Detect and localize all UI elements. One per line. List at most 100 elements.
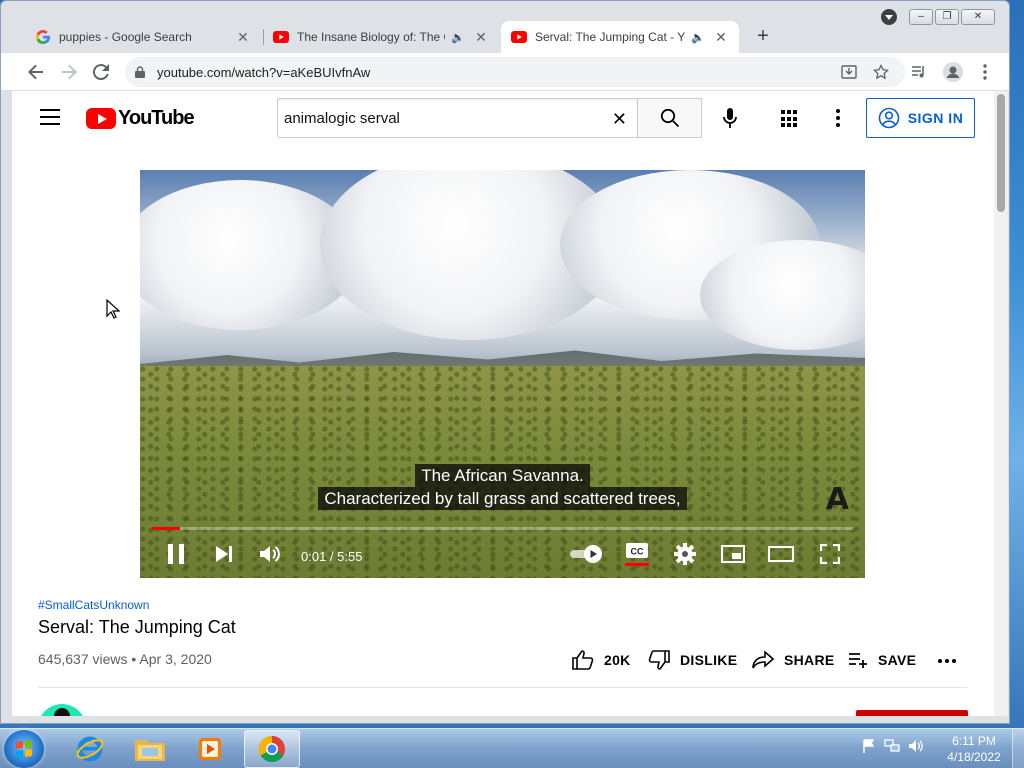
file-explorer-taskbar-button[interactable] — [122, 730, 178, 768]
tab-close-icon[interactable]: ✕ — [235, 29, 251, 46]
miniplayer-button[interactable] — [720, 542, 746, 566]
svg-text:CC: CC — [631, 547, 644, 557]
scrollbar-thumb[interactable] — [997, 94, 1005, 212]
volume-tray-icon[interactable] — [908, 739, 924, 753]
closed-captions-icon: CC — [626, 543, 648, 558]
media-player-taskbar-button[interactable] — [182, 730, 238, 768]
save-button[interactable]: SAVE — [848, 649, 916, 671]
apps-grid-icon[interactable] — [781, 110, 799, 128]
theater-mode-icon — [768, 546, 794, 562]
reload-icon[interactable] — [91, 62, 111, 82]
channel-avatar[interactable] — [38, 704, 86, 716]
taskbar-clock[interactable]: 6:11 PM 4/18/2022 — [940, 733, 1008, 765]
sign-in-label: SIGN IN — [907, 110, 964, 126]
tab-search-icon[interactable] — [881, 9, 897, 25]
tab-puppies[interactable]: puppies - Google Search ✕ — [25, 21, 261, 53]
search-button[interactable] — [638, 98, 702, 138]
internet-explorer-taskbar-button[interactable] — [62, 730, 118, 768]
video-player[interactable]: The African Savanna. Characterized by ta… — [140, 170, 865, 578]
search-input[interactable] — [284, 109, 604, 127]
tab-insane-biology[interactable]: The Insane Biology of: The Oc 🔈 ✕ — [263, 21, 499, 53]
share-label: SHARE — [784, 652, 835, 668]
youtube-header: YouTube ✕ SIGN IN — [12, 91, 994, 147]
tab-close-icon[interactable]: ✕ — [713, 29, 729, 46]
tab-title: Serval: The Jumping Cat - Yo — [535, 30, 686, 44]
clock-time: 6:11 PM — [952, 734, 996, 748]
youtube-play-icon — [86, 108, 116, 129]
theater-mode-button[interactable] — [768, 542, 794, 566]
share-button[interactable]: SHARE — [752, 649, 835, 671]
account-circle-icon — [878, 107, 899, 129]
settings-button[interactable] — [672, 542, 698, 566]
show-desktop-button[interactable] — [1012, 729, 1024, 768]
more-actions-icon[interactable] — [938, 659, 956, 663]
forward-arrow-icon[interactable] — [59, 62, 79, 82]
speaker-icon[interactable]: 🔈 — [451, 31, 465, 44]
player-controls: 0:01 / 5:55 CC — [140, 536, 865, 572]
video-view-count-date: 645,637 views • Apr 3, 2020 — [38, 651, 212, 667]
page-viewport: YouTube ✕ SIGN IN The African Savanna. C… — [12, 91, 994, 716]
minimize-button[interactable]: – — [909, 9, 933, 25]
chrome-taskbar-button[interactable] — [244, 730, 300, 768]
subtitles-button[interactable]: CC — [624, 542, 650, 566]
profile-avatar-icon[interactable] — [943, 62, 963, 82]
media-player-icon — [199, 738, 221, 760]
divider — [38, 687, 967, 688]
fullscreen-button[interactable] — [818, 542, 842, 566]
like-button[interactable]: 20K — [572, 649, 631, 671]
tab-close-icon[interactable]: ✕ — [473, 29, 489, 46]
windows-logo-icon — [16, 740, 32, 758]
clock-date: 4/18/2022 — [947, 750, 1001, 764]
playlist-add-icon — [849, 653, 867, 668]
folder-icon — [135, 740, 165, 761]
caption-line: Characterized by tall grass and scattere… — [318, 487, 687, 510]
speaker-icon[interactable]: 🔈 — [691, 31, 705, 44]
clear-search-icon[interactable]: ✕ — [612, 109, 627, 130]
autoplay-toggle-icon — [570, 545, 602, 563]
window-controls: – ❐ ✕ — [909, 9, 995, 25]
microphone-icon[interactable] — [720, 107, 740, 129]
url-text: youtube.com/watch?v=aKeBUIvfnAw — [157, 64, 371, 80]
video-title: Serval: The Jumping Cat — [38, 617, 236, 637]
caption-line: The African Savanna. — [415, 464, 590, 487]
chrome-icon — [258, 735, 285, 763]
media-control-icon[interactable] — [909, 62, 929, 82]
start-button[interactable] — [4, 730, 44, 768]
progress-bar[interactable] — [152, 527, 853, 530]
miniplayer-icon — [721, 545, 745, 563]
volume-icon — [260, 546, 280, 562]
dislike-button[interactable]: DISLIKE — [648, 649, 737, 671]
time-display: 0:01 / 5:55 — [301, 549, 363, 564]
lock-icon — [135, 66, 145, 78]
address-bar[interactable]: youtube.com/watch?v=aKeBUIvfnAw — [125, 57, 905, 87]
tab-serval[interactable]: Serval: The Jumping Cat - Yo 🔈 ✕ — [501, 21, 739, 53]
back-arrow-icon[interactable] — [26, 62, 46, 82]
fullscreen-icon — [820, 544, 840, 564]
hamburger-menu-icon[interactable] — [40, 109, 60, 125]
channel-watermark[interactable]: A — [826, 482, 849, 517]
new-tab-button[interactable]: + — [751, 25, 775, 48]
close-window-button[interactable]: ✕ — [961, 9, 995, 25]
tab-title: puppies - Google Search — [59, 30, 192, 44]
network-icon[interactable] — [884, 739, 900, 753]
action-center-flag-icon[interactable] — [862, 739, 876, 753]
install-app-icon[interactable] — [839, 62, 859, 82]
search-icon — [660, 108, 679, 128]
mute-button[interactable] — [258, 542, 282, 566]
system-tray — [862, 739, 924, 753]
page-scrollbar[interactable] — [994, 91, 1008, 716]
autoplay-toggle[interactable] — [568, 542, 604, 566]
thumbs-up-icon — [572, 650, 594, 670]
settings-kebab-icon[interactable] — [836, 109, 840, 127]
maximize-button[interactable]: ❐ — [935, 9, 959, 25]
bookmark-star-icon[interactable] — [871, 62, 891, 82]
chrome-menu-icon[interactable] — [975, 62, 995, 82]
browser-toolbar: youtube.com/watch?v=aKeBUIvfnAw — [1, 53, 1009, 91]
sign-in-button[interactable]: SIGN IN — [866, 98, 975, 138]
subscribe-button[interactable] — [856, 710, 968, 716]
thumbs-down-icon — [648, 650, 670, 670]
youtube-logo[interactable]: YouTube — [86, 107, 195, 130]
next-button[interactable] — [212, 542, 236, 566]
video-hashtag-link[interactable]: #SmallCatsUnknown — [38, 598, 149, 612]
pause-button[interactable] — [164, 542, 188, 566]
